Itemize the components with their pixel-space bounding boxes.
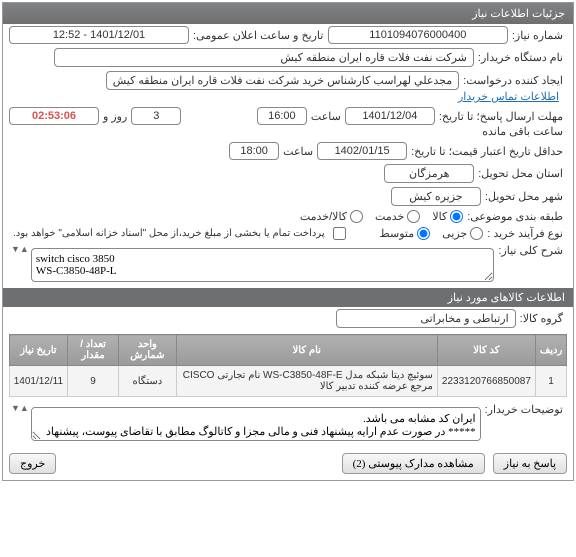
- textarea-buyer-notes[interactable]: [31, 407, 481, 441]
- label-reply-deadline: مهلت ارسال پاسخ؛ تا تاریخ:: [435, 110, 567, 123]
- value-validity-date: 1402/01/15: [317, 142, 407, 160]
- row-need-title: شرح کلی نیاز: ▲▼: [3, 242, 573, 288]
- label-buyer-org: نام دستگاه خریدار:: [474, 51, 567, 64]
- label-requester: ایجاد کننده درخواست:: [459, 74, 567, 87]
- cell-qty: 9: [68, 366, 119, 397]
- chevron-icon: ▲▼: [9, 244, 31, 254]
- label-need-title: شرح کلی نیاز:: [494, 244, 567, 257]
- radio-mid-input[interactable]: [417, 227, 430, 240]
- value-province: هرمزگان: [384, 164, 474, 183]
- value-need-no: 1101094076000400: [328, 26, 508, 44]
- value-announce: 1401/12/01 - 12:52: [9, 26, 189, 44]
- row-requester: ایجاد کننده درخواست: مجدعلي لهراسب کارشن…: [3, 69, 573, 105]
- cell-name: سوئیچ دیتا شبکه مدل WS-C3850-48F-E نام ت…: [176, 366, 437, 397]
- value-city: جزیره کیش: [391, 187, 481, 206]
- row-city: شهر محل تحویل: جزیره کیش: [3, 185, 573, 208]
- value-days-left: 3: [131, 107, 181, 125]
- radio-both-input[interactable]: [350, 210, 363, 223]
- cell-unit: دستگاه: [119, 366, 177, 397]
- label-group: گروه کالا:: [516, 312, 567, 325]
- table-header-row: ردیف کد کالا نام کالا واحد شمارش تعداد /…: [9, 335, 567, 366]
- radio-mid[interactable]: متوسط: [380, 227, 431, 240]
- items-subheader: اطلاعات کالاهای مورد نیاز: [3, 288, 573, 307]
- textarea-need-title[interactable]: [31, 248, 495, 282]
- label-category: طبقه بندی موضوعی:: [463, 210, 567, 223]
- value-requester: مجدعلي لهراسب کارشناس خرید شرکت نفت فلات…: [106, 71, 459, 90]
- label-purchase-type: نوع فرآیند خرید :: [483, 227, 567, 240]
- category-radio-group: کالا خدمت کالا/خدمت: [300, 210, 463, 223]
- label-city: شهر محل تحویل:: [481, 190, 567, 203]
- label-province: استان محل تحویل:: [474, 167, 567, 180]
- link-contact[interactable]: اطلاعات تماس خریدار: [458, 90, 559, 103]
- details-panel: جزئیات اطلاعات نیاز شماره نیاز: 11010940…: [2, 2, 574, 481]
- ptype-radio-group: جزیی متوسط: [380, 227, 484, 240]
- label-announce: تاریخ و ساعت اعلان عمومی:: [189, 29, 327, 42]
- close-button[interactable]: خروج: [9, 453, 56, 474]
- row-need-no: شماره نیاز: 1101094076000400 تاریخ و ساع…: [3, 24, 573, 46]
- label-buyer-notes: توضیحات خریدار:: [481, 403, 567, 416]
- radio-service[interactable]: خدمت: [375, 210, 420, 223]
- label-hour-1: ساعت: [307, 110, 345, 123]
- col-name: نام کالا: [176, 335, 437, 366]
- value-reply-hour: 16:00: [257, 107, 307, 125]
- radio-goods[interactable]: کالا: [432, 210, 463, 223]
- label-hour-2: ساعت: [279, 145, 317, 158]
- label-need-no: شماره نیاز:: [508, 29, 567, 42]
- row-validity: حداقل تاریخ اعتبار قیمت؛ تا تاریخ: 1402/…: [3, 140, 573, 162]
- footer-buttons: پاسخ به نیاز مشاهده مدارک پیوستی (2) خرو…: [3, 447, 573, 480]
- cell-date: 1401/12/11: [9, 366, 67, 397]
- radio-both[interactable]: کالا/خدمت: [300, 210, 363, 223]
- col-date: تاریخ نیاز: [9, 335, 67, 366]
- value-reply-date: 1401/12/04: [345, 107, 435, 125]
- radio-service-input[interactable]: [407, 210, 420, 223]
- chevron-icon-2: ▲▼: [9, 403, 31, 413]
- col-row: ردیف: [535, 335, 566, 366]
- row-reply-deadline: مهلت ارسال پاسخ؛ تا تاریخ: 1401/12/04 سا…: [3, 105, 573, 140]
- radio-low-input[interactable]: [470, 227, 483, 240]
- label-validity: حداقل تاریخ اعتبار قیمت؛ تا تاریخ:: [407, 145, 567, 158]
- value-countdown: 02:53:06: [9, 107, 99, 125]
- panel-header: جزئیات اطلاعات نیاز: [3, 3, 573, 24]
- radio-low[interactable]: جزیی: [442, 227, 483, 240]
- label-remain: ساعت باقی مانده: [478, 125, 567, 138]
- row-group: گروه کالا: ارتباطی و مخابراتی: [3, 307, 573, 330]
- label-day-and: روز و: [99, 110, 131, 123]
- attachments-button[interactable]: مشاهده مدارک پیوستی (2): [342, 453, 485, 474]
- cell-code: 2233120766850087: [437, 366, 535, 397]
- col-unit: واحد شمارش: [119, 335, 177, 366]
- value-group: ارتباطی و مخابراتی: [336, 309, 516, 328]
- cell-row: 1: [535, 366, 566, 397]
- checkbox-pay-note[interactable]: پرداخت تمام یا بخشی از مبلغ خرید،از محل …: [9, 227, 346, 240]
- col-qty: تعداد / مقدار: [68, 335, 119, 366]
- row-buyer-notes: توضیحات خریدار: ▲▼: [3, 401, 573, 447]
- items-table: ردیف کد کالا نام کالا واحد شمارش تعداد /…: [9, 334, 568, 397]
- checkbox-pay-note-input[interactable]: [333, 227, 346, 240]
- row-province: استان محل تحویل: هرمزگان: [3, 162, 573, 185]
- table-row[interactable]: 1 2233120766850087 سوئیچ دیتا شبکه مدل W…: [9, 366, 567, 397]
- value-validity-hour: 18:00: [229, 142, 279, 160]
- radio-goods-input[interactable]: [450, 210, 463, 223]
- row-purchase-type: نوع فرآیند خرید : جزیی متوسط پرداخت تمام…: [3, 225, 573, 242]
- reply-button[interactable]: پاسخ به نیاز: [493, 453, 567, 474]
- value-buyer-org: شرکت نفت فلات قاره ایران منطقه کیش: [54, 48, 474, 67]
- row-category: طبقه بندی موضوعی: کالا خدمت کالا/خدمت: [3, 208, 573, 225]
- col-code: کد کالا: [437, 335, 535, 366]
- row-buyer-org: نام دستگاه خریدار: شرکت نفت فلات قاره ای…: [3, 46, 573, 69]
